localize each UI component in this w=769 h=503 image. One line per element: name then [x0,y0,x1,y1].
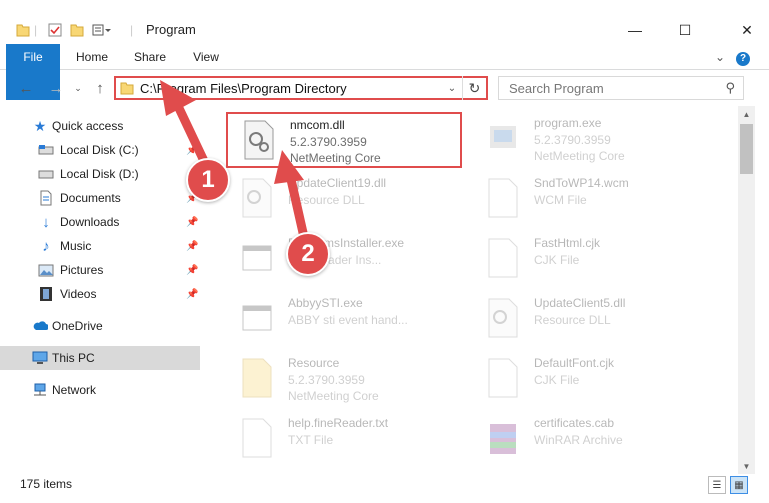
pin-icon[interactable]: 📌 [186,217,198,228]
up-arrow-icon[interactable]: ↑ [90,78,110,98]
search-input[interactable]: Search Program ⚲ [498,76,744,100]
nav-item-downloads[interactable]: ↓ Downloads 📌 [0,210,200,234]
file-item-nmcom-dll[interactable]: nmcom.dll 5.2.3790.3959 NetMeeting Core [226,112,462,168]
nav-item-local-disk-d[interactable]: Local Disk (D:) 📌 [0,162,200,186]
address-row: ← → ⌄ ↑ C:\Program Files\Program Directo… [0,70,769,106]
recent-locations-icon[interactable]: ⌄ [68,78,88,98]
film-icon [38,286,54,302]
nav-item-local-disk-c[interactable]: Local Disk (C:) 📌 [0,138,200,162]
file-item-updateclient5-dll[interactable]: UpdateClient5.dll Resource DLL [472,292,712,348]
address-path: C:\Program Files\Program Directory [140,80,347,96]
properties-icon[interactable] [48,20,62,40]
tab-view[interactable]: View [186,44,226,70]
dll-gear-icon [242,178,272,218]
maximize-button[interactable]: ☐ [670,20,700,40]
ribbon: File Home Share View ⌄ ? [0,44,769,100]
nav-item-videos[interactable]: Videos 📌 [0,282,200,306]
computer-icon [32,350,48,366]
file-item-abbyysti-exe[interactable]: AbbyySTI.exe ABBY sti event hand... [226,292,466,348]
blank-file-icon [488,358,518,398]
star-icon: ★ [33,117,47,134]
exe-window-icon [242,245,272,271]
scroll-down-arrow-icon[interactable]: ▼ [738,458,755,474]
dll-gear-icon [244,120,274,160]
new-folder-icon[interactable] [70,20,84,40]
callout-badge-2: 2 [286,232,330,276]
nav-item-pictures[interactable]: Pictures 📌 [0,258,200,282]
file-item-program-exe[interactable]: program.exe 5.2.3790.3959 NetMeeting Cor… [472,112,712,168]
blank-file-icon [488,178,518,218]
file-item-certificates-cab[interactable]: certificates.cab WinRAR Archive [472,412,712,466]
expand-ribbon-icon[interactable]: ⌄ [712,44,728,70]
title-bar: | | Program — ☐ ✕ [0,0,769,44]
blank-file-icon [488,238,518,278]
pin-icon[interactable]: 📌 [186,145,198,156]
help-button[interactable]: ? [736,52,750,66]
nav-item-network[interactable]: Network [0,378,200,402]
file-list: nmcom.dll 5.2.3790.3959 NetMeeting Core … [212,106,738,466]
dll-gear-icon [488,298,518,338]
nav-item-music[interactable]: ♪ Music 📌 [0,234,200,258]
nav-item-documents[interactable]: Documents 📌 [0,186,200,210]
pin-icon[interactable]: 📌 [186,265,198,276]
file-item-fasthtml-cjk[interactable]: FastHtml.cjk CJK File [472,232,712,288]
file-item-sndtowp14-wcm[interactable]: SndToWP14.wcm WCM File [472,172,712,228]
scroll-thumb[interactable] [740,124,753,174]
pin-icon[interactable]: 📌 [186,241,198,252]
drive-icon [38,142,54,158]
documents-icon [38,190,54,206]
file-item-programsinstaller-exe[interactable]: ProgramsInstaller.exe Downloader Ins... [226,232,466,288]
exe-window-icon [242,305,272,331]
details-view-icon[interactable]: ☰ [708,476,726,494]
vertical-scrollbar[interactable]: ▲ ▼ [738,106,755,474]
file-item-defaultfont-cjk[interactable]: DefaultFont.cjk CJK File [472,352,712,408]
pictures-icon [38,262,54,278]
download-arrow-icon: ↓ [42,213,50,231]
file-item-help-finereader-txt[interactable]: help.fineReader.txt TXT File [226,412,466,466]
refresh-icon[interactable]: ↻ [462,76,486,100]
navigation-pane: ★ Quick access Local Disk (C:) 📌 Local D… [0,110,204,470]
minimize-button[interactable]: — [620,20,650,40]
winrar-icon [490,424,516,454]
address-bar[interactable]: C:\Program Files\Program Directory ⌄ ↻ [114,76,488,100]
customize-toolbar-icon[interactable] [92,20,112,40]
tiles-view-icon[interactable]: ▦ [730,476,748,494]
tab-share[interactable]: Share [128,44,172,70]
back-arrow-icon[interactable]: ← [16,78,36,98]
folder-icon [16,20,30,40]
window-title: Program [146,22,196,37]
folder-icon [120,82,134,95]
search-icon[interactable]: ⚲ [725,80,735,96]
pin-icon[interactable]: 📌 [186,289,198,300]
exe-icon [490,126,516,148]
network-icon [32,382,48,398]
search-placeholder: Search Program [509,80,604,96]
folder-file-icon [242,358,272,398]
close-button[interactable]: ✕ [732,20,762,40]
cloud-icon [32,318,48,334]
file-item-updateclient19-dll[interactable]: UpdateClient19.dll Resource DLL [226,172,466,228]
help-icon[interactable]: ? [734,44,752,70]
item-count: 175 items [20,477,73,491]
scroll-up-arrow-icon[interactable]: ▲ [738,106,755,122]
nav-item-onedrive[interactable]: OneDrive [0,314,200,338]
music-note-icon: ♪ [42,237,50,255]
file-item-resource[interactable]: Resource 5.2.3790.3959 NetMeeting Core [226,352,466,408]
blank-file-icon [242,418,272,458]
drive-icon [38,166,54,182]
nav-item-this-pc[interactable]: This PC [0,346,200,370]
nav-item-quick-access[interactable]: ★ Quick access [0,114,200,138]
chevron-down-icon[interactable]: ⌄ [444,80,460,96]
callout-badge-1: 1 [186,158,230,202]
status-bar: 175 items ☰ ▦ [0,474,769,496]
forward-arrow-icon[interactable]: → [46,78,66,98]
tab-home[interactable]: Home [70,44,114,70]
